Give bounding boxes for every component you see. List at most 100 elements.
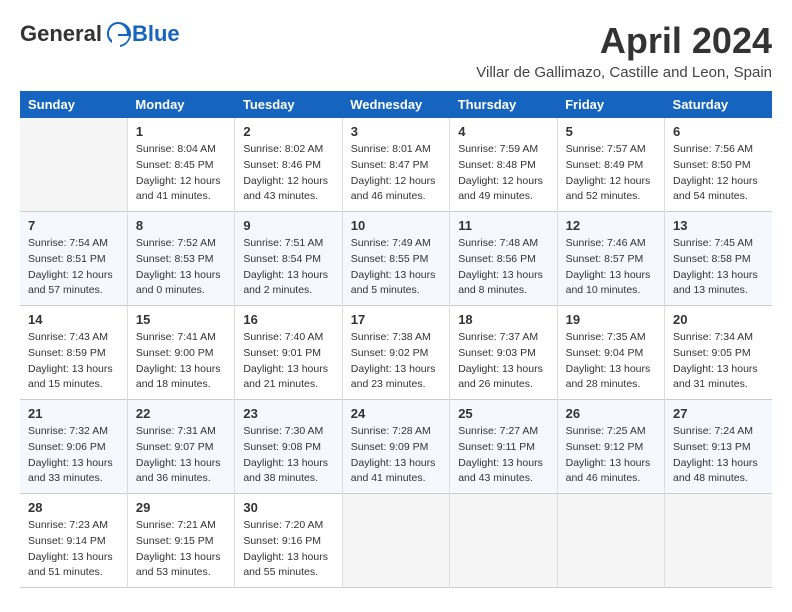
logo-general-text: General bbox=[20, 23, 102, 45]
day-info: Sunrise: 7:46 AM Sunset: 8:57 PM Dayligh… bbox=[566, 236, 656, 299]
day-info: Sunrise: 7:38 AM Sunset: 9:02 PM Dayligh… bbox=[351, 330, 441, 393]
day-info: Sunrise: 7:21 AM Sunset: 9:15 PM Dayligh… bbox=[136, 518, 226, 581]
day-number: 22 bbox=[136, 406, 226, 421]
calendar-cell: 12 Sunrise: 7:46 AM Sunset: 8:57 PM Dayli… bbox=[557, 212, 664, 306]
day-number: 5 bbox=[566, 124, 656, 139]
day-number: 1 bbox=[136, 124, 226, 139]
location-text: Villar de Gallimazo, Castille and Leon, … bbox=[476, 64, 772, 81]
day-info: Sunrise: 7:54 AM Sunset: 8:51 PM Dayligh… bbox=[28, 236, 119, 299]
day-info: Sunrise: 7:43 AM Sunset: 8:59 PM Dayligh… bbox=[28, 330, 119, 393]
day-info: Sunrise: 7:32 AM Sunset: 9:06 PM Dayligh… bbox=[28, 424, 119, 487]
day-number: 25 bbox=[458, 406, 548, 421]
calendar-week-row: 7 Sunrise: 7:54 AM Sunset: 8:51 PM Daylig… bbox=[20, 212, 772, 306]
day-number: 11 bbox=[458, 218, 548, 233]
day-info: Sunrise: 7:52 AM Sunset: 8:53 PM Dayligh… bbox=[136, 236, 226, 299]
day-info: Sunrise: 7:40 AM Sunset: 9:01 PM Dayligh… bbox=[243, 330, 333, 393]
day-number: 9 bbox=[243, 218, 333, 233]
day-info: Sunrise: 7:59 AM Sunset: 8:48 PM Dayligh… bbox=[458, 142, 548, 205]
calendar-cell: 24Sunrise: 7:28 AM Sunset: 9:09 PM Dayli… bbox=[342, 400, 449, 494]
calendar-cell bbox=[342, 494, 449, 588]
calendar-cell: 8 Sunrise: 7:52 AM Sunset: 8:53 PM Daylig… bbox=[127, 212, 234, 306]
calendar-cell: 20 Sunrise: 7:34 AM Sunset: 9:05 PM Dayli… bbox=[665, 306, 772, 400]
calendar-week-row: 21 Sunrise: 7:32 AM Sunset: 9:06 PM Dayli… bbox=[20, 400, 772, 494]
day-info: Sunrise: 7:27 AM Sunset: 9:11 PM Dayligh… bbox=[458, 424, 548, 487]
column-header-saturday: Saturday bbox=[665, 91, 772, 118]
calendar-header-row: SundayMondayTuesdayWednesdayThursdayFrid… bbox=[20, 91, 772, 118]
calendar-cell: 16 Sunrise: 7:40 AM Sunset: 9:01 PM Dayli… bbox=[235, 306, 342, 400]
calendar-cell: 26 Sunrise: 7:25 AM Sunset: 9:12 PM Dayli… bbox=[557, 400, 664, 494]
calendar-cell: 27Sunrise: 7:24 AM Sunset: 9:13 PM Dayli… bbox=[665, 400, 772, 494]
day-number: 3 bbox=[351, 124, 441, 139]
day-number: 17 bbox=[351, 312, 441, 327]
calendar-cell: 23 Sunrise: 7:30 AM Sunset: 9:08 PM Dayli… bbox=[235, 400, 342, 494]
day-number: 26 bbox=[566, 406, 656, 421]
day-number: 13 bbox=[673, 218, 764, 233]
day-info: Sunrise: 7:51 AM Sunset: 8:54 PM Dayligh… bbox=[243, 236, 333, 299]
calendar-cell bbox=[450, 494, 557, 588]
day-info: Sunrise: 7:57 AM Sunset: 8:49 PM Dayligh… bbox=[566, 142, 656, 205]
day-info: Sunrise: 8:02 AM Sunset: 8:46 PM Dayligh… bbox=[243, 142, 333, 205]
calendar-week-row: 14 Sunrise: 7:43 AM Sunset: 8:59 PM Dayli… bbox=[20, 306, 772, 400]
day-info: Sunrise: 7:34 AM Sunset: 9:05 PM Dayligh… bbox=[673, 330, 764, 393]
calendar-cell: 19Sunrise: 7:35 AM Sunset: 9:04 PM Dayli… bbox=[557, 306, 664, 400]
month-title: April 2024 bbox=[476, 20, 772, 62]
calendar-cell: 4 Sunrise: 7:59 AM Sunset: 8:48 PM Daylig… bbox=[450, 118, 557, 212]
logo-blue-text: Blue bbox=[132, 23, 180, 45]
day-number: 18 bbox=[458, 312, 548, 327]
day-number: 30 bbox=[243, 500, 333, 515]
day-info: Sunrise: 7:20 AM Sunset: 9:16 PM Dayligh… bbox=[243, 518, 333, 581]
day-info: Sunrise: 7:28 AM Sunset: 9:09 PM Dayligh… bbox=[351, 424, 441, 487]
calendar-cell: 11Sunrise: 7:48 AM Sunset: 8:56 PM Dayli… bbox=[450, 212, 557, 306]
day-info: Sunrise: 7:23 AM Sunset: 9:14 PM Dayligh… bbox=[28, 518, 119, 581]
calendar-cell: 30 Sunrise: 7:20 AM Sunset: 9:16 PM Dayli… bbox=[235, 494, 342, 588]
calendar-cell: 21 Sunrise: 7:32 AM Sunset: 9:06 PM Dayli… bbox=[20, 400, 127, 494]
calendar-table: SundayMondayTuesdayWednesdayThursdayFrid… bbox=[20, 91, 772, 588]
day-number: 4 bbox=[458, 124, 548, 139]
calendar-cell: 29 Sunrise: 7:21 AM Sunset: 9:15 PM Dayli… bbox=[127, 494, 234, 588]
column-header-thursday: Thursday bbox=[450, 91, 557, 118]
calendar-week-row: 28 Sunrise: 7:23 AM Sunset: 9:14 PM Dayli… bbox=[20, 494, 772, 588]
day-info: Sunrise: 7:45 AM Sunset: 8:58 PM Dayligh… bbox=[673, 236, 764, 299]
calendar-cell: 7 Sunrise: 7:54 AM Sunset: 8:51 PM Daylig… bbox=[20, 212, 127, 306]
day-info: Sunrise: 8:01 AM Sunset: 8:47 PM Dayligh… bbox=[351, 142, 441, 205]
logo: General Blue bbox=[20, 20, 180, 48]
calendar-cell: 18Sunrise: 7:37 AM Sunset: 9:03 PM Dayli… bbox=[450, 306, 557, 400]
calendar-cell: 5 Sunrise: 7:57 AM Sunset: 8:49 PM Daylig… bbox=[557, 118, 664, 212]
day-number: 16 bbox=[243, 312, 333, 327]
calendar-cell: 14 Sunrise: 7:43 AM Sunset: 8:59 PM Dayli… bbox=[20, 306, 127, 400]
day-info: Sunrise: 7:30 AM Sunset: 9:08 PM Dayligh… bbox=[243, 424, 333, 487]
column-header-tuesday: Tuesday bbox=[235, 91, 342, 118]
day-number: 10 bbox=[351, 218, 441, 233]
column-header-monday: Monday bbox=[127, 91, 234, 118]
day-number: 7 bbox=[28, 218, 119, 233]
day-info: Sunrise: 7:56 AM Sunset: 8:50 PM Dayligh… bbox=[673, 142, 764, 205]
day-info: Sunrise: 8:04 AM Sunset: 8:45 PM Dayligh… bbox=[136, 142, 226, 205]
calendar-cell: 25 Sunrise: 7:27 AM Sunset: 9:11 PM Dayli… bbox=[450, 400, 557, 494]
calendar-cell: 9 Sunrise: 7:51 AM Sunset: 8:54 PM Daylig… bbox=[235, 212, 342, 306]
day-number: 21 bbox=[28, 406, 119, 421]
calendar-cell: 15Sunrise: 7:41 AM Sunset: 9:00 PM Dayli… bbox=[127, 306, 234, 400]
calendar-cell: 13 Sunrise: 7:45 AM Sunset: 8:58 PM Dayli… bbox=[665, 212, 772, 306]
day-info: Sunrise: 7:24 AM Sunset: 9:13 PM Dayligh… bbox=[673, 424, 764, 487]
day-info: Sunrise: 7:25 AM Sunset: 9:12 PM Dayligh… bbox=[566, 424, 656, 487]
day-info: Sunrise: 7:31 AM Sunset: 9:07 PM Dayligh… bbox=[136, 424, 226, 487]
calendar-cell: 22 Sunrise: 7:31 AM Sunset: 9:07 PM Dayli… bbox=[127, 400, 234, 494]
logo-icon bbox=[104, 20, 132, 48]
day-number: 28 bbox=[28, 500, 119, 515]
day-number: 8 bbox=[136, 218, 226, 233]
column-header-sunday: Sunday bbox=[20, 91, 127, 118]
day-number: 23 bbox=[243, 406, 333, 421]
calendar-cell: 1 Sunrise: 8:04 AM Sunset: 8:45 PM Daylig… bbox=[127, 118, 234, 212]
day-number: 12 bbox=[566, 218, 656, 233]
calendar-cell: 28 Sunrise: 7:23 AM Sunset: 9:14 PM Dayli… bbox=[20, 494, 127, 588]
day-number: 20 bbox=[673, 312, 764, 327]
title-area: April 2024 Villar de Gallimazo, Castille… bbox=[476, 20, 772, 81]
calendar-week-row: 1 Sunrise: 8:04 AM Sunset: 8:45 PM Daylig… bbox=[20, 118, 772, 212]
day-number: 29 bbox=[136, 500, 226, 515]
calendar-cell: 3 Sunrise: 8:01 AM Sunset: 8:47 PM Daylig… bbox=[342, 118, 449, 212]
day-number: 6 bbox=[673, 124, 764, 139]
column-header-friday: Friday bbox=[557, 91, 664, 118]
day-number: 19 bbox=[566, 312, 656, 327]
calendar-cell: 10Sunrise: 7:49 AM Sunset: 8:55 PM Dayli… bbox=[342, 212, 449, 306]
day-number: 14 bbox=[28, 312, 119, 327]
